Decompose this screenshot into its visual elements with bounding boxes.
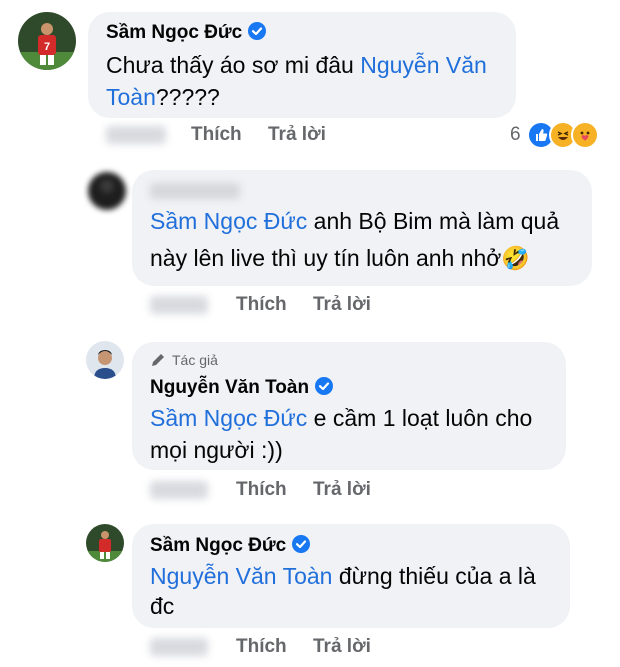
verified-badge-icon bbox=[248, 22, 267, 46]
comment-text: Chưa thấy áo sơ mi đâu Nguyễn Văn bbox=[106, 49, 487, 81]
mention-link[interactable]: Sầm Ngọc Đức bbox=[150, 405, 307, 431]
timestamp[interactable] bbox=[150, 638, 208, 656]
verified-badge-icon bbox=[315, 377, 334, 401]
like-button[interactable]: Thích bbox=[236, 479, 287, 501]
reaction-count: 6 bbox=[510, 124, 521, 145]
comment-text-rest: đừng thiếu của a là bbox=[332, 563, 536, 589]
comment-text-line2: này lên live thì uy tín luôn anh nhở🤣 bbox=[150, 245, 531, 271]
comment-text: Nguyễn Văn Toàn đừng thiếu của a là bbox=[150, 560, 536, 592]
comment-text-rest: ????? bbox=[155, 84, 220, 110]
author-badge-label: Tác giả bbox=[172, 352, 218, 368]
comment-text-rest: anh Bộ Bim mà làm quả bbox=[307, 208, 560, 234]
care-icon bbox=[570, 121, 599, 149]
avatar[interactable]: 7 bbox=[18, 12, 76, 70]
reply-button[interactable]: Trả lời bbox=[313, 479, 371, 501]
comment-author[interactable]: Nguyễn Văn Toàn bbox=[150, 377, 334, 401]
like-button[interactable]: Thích bbox=[236, 636, 287, 658]
author-name[interactable]: Sầm Ngọc Đức bbox=[106, 22, 242, 43]
reply-button[interactable]: Trả lời bbox=[313, 636, 371, 658]
verified-badge-icon bbox=[292, 535, 311, 559]
like-button[interactable]: Thích bbox=[236, 294, 287, 316]
reaction-summary[interactable]: 6 bbox=[510, 121, 599, 149]
reply-button[interactable]: Trả lời bbox=[313, 294, 371, 316]
svg-text:7: 7 bbox=[44, 41, 50, 53]
timestamp[interactable] bbox=[150, 481, 208, 499]
comment-author[interactable] bbox=[150, 183, 240, 199]
author-badge: Tác giả bbox=[150, 352, 218, 368]
author-name[interactable]: Sầm Ngọc Đức bbox=[150, 535, 286, 556]
mention-link[interactable]: Nguyễn Văn Toàn bbox=[150, 563, 332, 589]
avatar[interactable] bbox=[86, 341, 124, 379]
avatar[interactable] bbox=[88, 172, 126, 210]
author-name[interactable]: Nguyễn Văn Toàn bbox=[150, 377, 309, 398]
like-button[interactable]: Thích bbox=[191, 124, 242, 146]
comment-text: Sầm Ngọc Đức e cầm 1 loạt luôn cho bbox=[150, 402, 532, 434]
reply-button[interactable]: Trả lời bbox=[268, 124, 326, 146]
comment-author[interactable]: Sầm Ngọc Đức bbox=[106, 22, 267, 46]
comment-author[interactable]: Sầm Ngọc Đức bbox=[150, 535, 311, 559]
comment-text: Sầm Ngọc Đức anh Bộ Bim mà làm quả bbox=[150, 205, 559, 237]
timestamp[interactable] bbox=[106, 126, 166, 144]
comment-text-line2: Toàn????? bbox=[106, 81, 220, 113]
mention-link[interactable]: Toàn bbox=[106, 84, 156, 110]
timestamp[interactable] bbox=[150, 296, 208, 314]
pencil-icon bbox=[150, 352, 166, 368]
avatar[interactable] bbox=[86, 524, 124, 562]
comment-text-prefix: Chưa thấy áo sơ mi đâu bbox=[106, 52, 354, 78]
comment-text-rest: e cầm 1 loạt luôn cho bbox=[307, 405, 533, 431]
mention-link[interactable]: Nguyễn Văn bbox=[360, 52, 487, 78]
comment-text-line2: đc bbox=[150, 593, 175, 619]
mention-link[interactable]: Sầm Ngọc Đức bbox=[150, 208, 307, 234]
comment-text-line2: mọi người :)) bbox=[150, 437, 283, 463]
